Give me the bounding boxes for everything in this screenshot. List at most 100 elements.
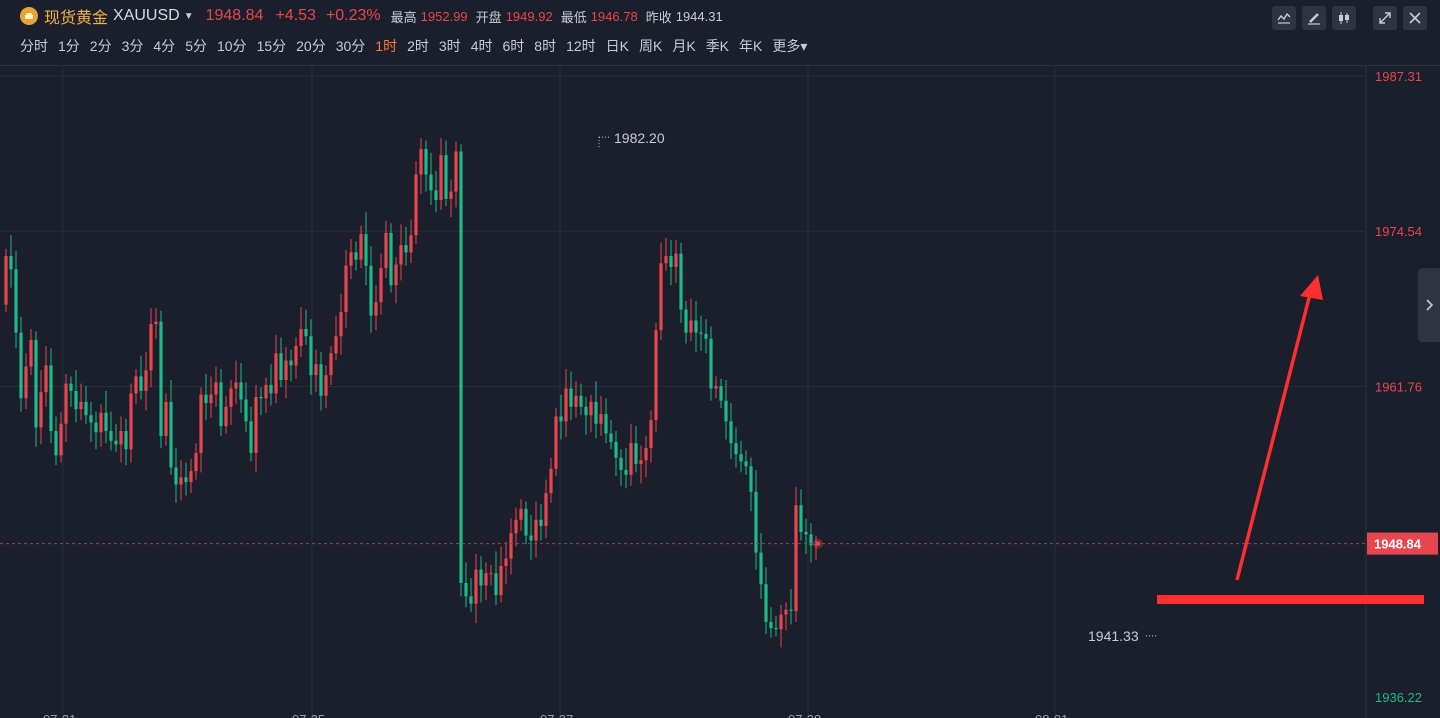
period-tab-12[interactable]: 3时 <box>439 36 461 56</box>
candle-body <box>154 321 158 325</box>
candle <box>284 347 288 399</box>
candle <box>289 349 293 382</box>
candle-body <box>419 149 423 175</box>
symbol-name[interactable]: 现货黄金 <box>44 4 108 28</box>
period-tab-22[interactable]: 更多▾ <box>772 36 807 56</box>
candle <box>54 416 58 466</box>
candle-body <box>179 477 183 485</box>
period-tab-3[interactable]: 3分 <box>122 36 144 56</box>
candle <box>769 607 773 638</box>
candle <box>269 364 273 406</box>
candle-body <box>599 414 603 424</box>
period-tab-0[interactable]: 分时 <box>20 36 48 56</box>
period-tab-6[interactable]: 10分 <box>217 36 247 56</box>
period-tab-20[interactable]: 季K <box>706 36 729 56</box>
period-tab-8[interactable]: 20分 <box>296 36 326 56</box>
period-tab-7[interactable]: 15分 <box>257 36 287 56</box>
candle <box>39 370 43 445</box>
candle <box>314 349 318 393</box>
draw-pen-icon[interactable] <box>1302 6 1326 30</box>
current-price-tag-label: 1948.84 <box>1374 537 1422 552</box>
candle-body <box>204 394 208 404</box>
period-tab-21[interactable]: 年K <box>739 36 762 56</box>
candle-body <box>684 309 688 333</box>
candle-body <box>209 394 213 404</box>
candle <box>239 362 243 413</box>
candle <box>599 395 603 436</box>
candle <box>529 514 533 560</box>
period-tab-19[interactable]: 月K <box>672 36 695 56</box>
candle-body <box>34 339 38 428</box>
candle <box>44 345 48 407</box>
candle-body <box>709 338 713 389</box>
period-tab-2[interactable]: 2分 <box>90 36 112 56</box>
chevron-right-icon <box>1426 299 1434 311</box>
candle <box>374 285 378 331</box>
candle-body <box>279 353 283 380</box>
candlestick-icon[interactable] <box>1332 6 1356 30</box>
symbol-code[interactable]: XAUUSD <box>113 7 180 25</box>
candle-body <box>614 441 618 458</box>
candle <box>149 308 153 388</box>
candle-body <box>234 382 238 389</box>
candle-body <box>49 365 53 432</box>
period-tab-4[interactable]: 4分 <box>153 36 175 56</box>
candle-body <box>264 384 268 399</box>
candle-body <box>124 431 128 450</box>
candle <box>609 420 613 450</box>
candle <box>474 553 478 624</box>
candle-body <box>159 321 163 436</box>
period-tab-17[interactable]: 日K <box>606 36 629 56</box>
candle-body <box>224 406 228 427</box>
y-axis-label: 1974.54 <box>1375 224 1422 239</box>
candle-body <box>79 401 83 410</box>
candle <box>649 410 653 463</box>
candle <box>779 604 783 648</box>
candle-body <box>254 397 258 453</box>
candle-body <box>469 596 473 604</box>
candle-body <box>779 614 783 630</box>
candle <box>59 411 63 463</box>
candle-body <box>529 535 533 541</box>
period-tab-14[interactable]: 6时 <box>502 36 524 56</box>
open-label: 开盘 <box>475 9 502 25</box>
candle <box>134 369 138 405</box>
candle-body <box>514 519 518 534</box>
candle <box>744 450 748 475</box>
candle-body <box>424 149 428 175</box>
x-axis-label: 07-21 <box>43 712 76 718</box>
period-tab-5[interactable]: 5分 <box>185 36 207 56</box>
period-tab-1[interactable]: 1分 <box>58 36 80 56</box>
line-chart-icon[interactable] <box>1272 6 1296 30</box>
candlestick-chart[interactable]: 1982.20 1941.33 1987.31 1974.54 1961.76 1936.… <box>0 66 1440 718</box>
expand-icon[interactable] <box>1373 6 1397 30</box>
candle <box>659 242 663 340</box>
candle-body <box>94 422 98 433</box>
candle-body <box>669 256 673 267</box>
period-tab-10[interactable]: 1时 <box>375 36 397 56</box>
candle <box>504 541 508 585</box>
chevron-down-icon[interactable]: ▼ <box>184 11 194 22</box>
candle-body <box>99 412 103 433</box>
candle-body <box>14 269 18 333</box>
candle-body <box>194 452 198 472</box>
candle-body <box>74 390 78 410</box>
period-tab-11[interactable]: 2时 <box>407 36 429 56</box>
candle <box>404 226 408 266</box>
candle <box>454 141 458 208</box>
candle <box>129 383 133 463</box>
low-label: 最低 <box>560 9 587 25</box>
period-tab-15[interactable]: 8时 <box>534 36 556 56</box>
candle <box>264 377 268 413</box>
side-panel-toggle[interactable] <box>1418 268 1440 342</box>
period-tab-13[interactable]: 4时 <box>471 36 493 56</box>
candle <box>24 353 28 410</box>
period-tab-16[interactable]: 12时 <box>566 36 596 56</box>
candle-body <box>414 174 418 236</box>
close-icon[interactable] <box>1403 6 1427 30</box>
candle-body <box>4 256 8 305</box>
candle-body <box>174 467 178 485</box>
period-tab-18[interactable]: 周K <box>639 36 662 56</box>
candle-body <box>359 234 363 260</box>
period-tab-9[interactable]: 30分 <box>336 36 366 56</box>
